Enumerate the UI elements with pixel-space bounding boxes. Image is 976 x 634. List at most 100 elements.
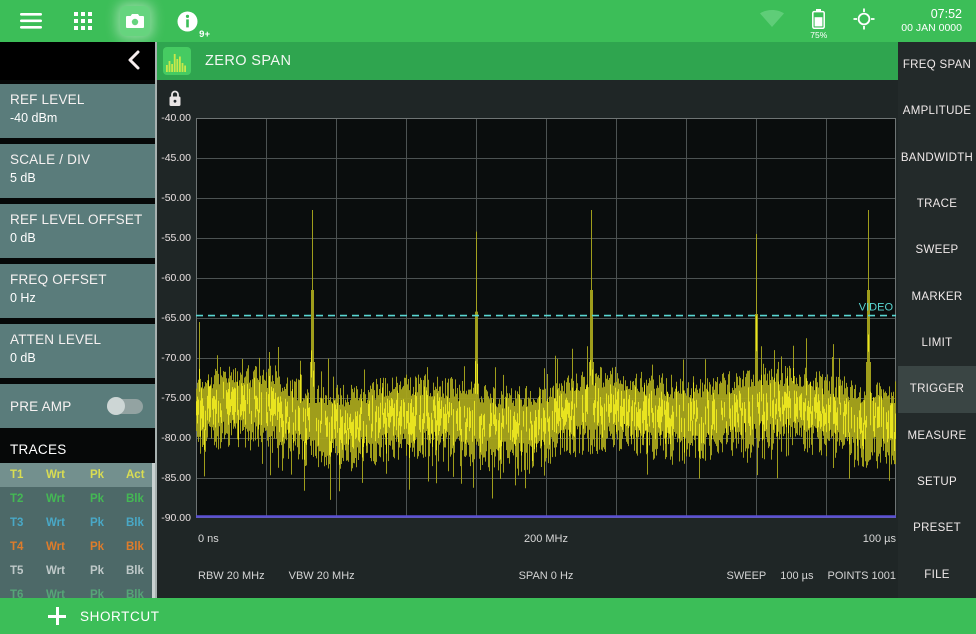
date: 00 JAN 0000: [901, 22, 962, 35]
apps-grid-icon[interactable]: [68, 6, 98, 36]
traces-scrollbar[interactable]: [152, 463, 155, 599]
main-view: ZERO SPAN -40.00 -45.00 -50.00 -55.00 -60.00…: [157, 42, 898, 598]
scale-div-label: SCALE / DIV: [10, 152, 91, 167]
lock-icon[interactable]: [168, 90, 182, 112]
trace-mode: Wrt: [46, 517, 65, 529]
menu-item-setup[interactable]: SETUP: [898, 459, 976, 505]
camera-icon[interactable]: [120, 6, 150, 36]
freq-offset-label: FREQ OFFSET: [10, 272, 107, 287]
atten-level-button[interactable]: ATTEN LEVEL 0 dB: [0, 324, 155, 378]
trace-mode: Wrt: [46, 493, 65, 505]
trace-row-t3[interactable]: T3 Wrt Pk Blk: [0, 511, 155, 535]
ref-level-label: REF LEVEL: [10, 92, 85, 107]
trace-row-t5[interactable]: T5 Wrt Pk Blk: [0, 559, 155, 583]
clock: 07:52 00 JAN 0000: [901, 6, 962, 36]
time: 07:52: [930, 7, 962, 22]
y-axis-tick: -90.00: [161, 512, 191, 524]
shortcut-bar: SHORTCUT: [0, 598, 976, 634]
ref-level-offset-label: REF LEVEL OFFSET: [10, 212, 143, 227]
freq-offset-value: 0 Hz: [10, 291, 36, 305]
menu-item-amplitude[interactable]: AMPLITUDE: [898, 88, 976, 134]
menu-item-bandwidth[interactable]: BANDWIDTH: [898, 135, 976, 181]
trace-table: T1 Wrt Pk Act T2 Wrt Pk Blk T3 Wrt Pk Bl…: [0, 463, 155, 607]
battery-icon: 75%: [810, 8, 828, 40]
sidebar-header: [0, 42, 155, 80]
y-axis-tick: -75.00: [161, 392, 191, 404]
y-axis-tick: -70.00: [161, 352, 191, 364]
menu-item-sweep[interactable]: SWEEP: [898, 227, 976, 273]
shortcut-label: SHORTCUT: [80, 608, 160, 624]
info-icon[interactable]: 9+: [172, 6, 210, 40]
traces-header: TRACES: [0, 434, 155, 463]
sweep-label: SWEEP: [726, 570, 767, 582]
menu-item-limit[interactable]: LIMIT: [898, 320, 976, 366]
menu-icon[interactable]: [16, 6, 46, 36]
y-axis-tick: -60.00: [161, 272, 191, 284]
atten-level-value: 0 dB: [10, 351, 36, 365]
trace-detector: Pk: [90, 469, 105, 481]
video-trigger-label: VIDEO: [859, 302, 894, 314]
trace-row-t2[interactable]: T2 Wrt Pk Blk: [0, 487, 155, 511]
collapse-icon[interactable]: [127, 50, 141, 73]
y-axis-tick: -65.00: [161, 312, 191, 324]
menu-item-marker[interactable]: MARKER: [898, 274, 976, 320]
trace-id: T1: [10, 469, 24, 481]
battery-percent: 75%: [810, 29, 828, 40]
trace-detector: Pk: [90, 565, 105, 577]
pre-amp-toggle[interactable]: [107, 397, 143, 415]
trace-mode: Wrt: [46, 565, 65, 577]
freq-offset-button[interactable]: FREQ OFFSET 0 Hz: [0, 264, 155, 318]
gps-icon[interactable]: [853, 8, 875, 35]
scale-div-button[interactable]: SCALE / DIV 5 dB: [0, 144, 155, 198]
trace-detector: Pk: [90, 493, 105, 505]
y-axis-tick: -40.00: [161, 112, 191, 124]
wifi-icon[interactable]: [760, 10, 785, 32]
menu-item-freq-span[interactable]: FREQ SPAN: [898, 42, 976, 88]
chart-area: -40.00 -45.00 -50.00 -55.00 -60.00 -65.00 -70.…: [157, 80, 898, 598]
trace-row-t4[interactable]: T4 Wrt Pk Blk: [0, 535, 155, 559]
trace-mode: Wrt: [46, 541, 65, 553]
menu-item-trigger[interactable]: TRIGGER: [898, 366, 976, 413]
pre-amp-toggle-row: PRE AMP: [0, 384, 155, 428]
ref-level-value: -40 dBm: [10, 111, 58, 125]
pre-amp-label: PRE AMP: [10, 398, 72, 414]
trace-id: T3: [10, 517, 24, 529]
atten-level-label: ATTEN LEVEL: [10, 332, 102, 347]
mode-title-bar: ZERO SPAN: [157, 42, 898, 80]
menu-item-preset[interactable]: PRESET: [898, 505, 976, 551]
y-axis-tick: -50.00: [161, 192, 191, 204]
scale-div-value: 5 dB: [10, 171, 36, 185]
ref-level-offset-value: 0 dB: [10, 231, 36, 245]
x-tick-end: 100 µs: [862, 533, 896, 545]
y-axis-tick: -80.00: [161, 432, 191, 444]
points-readout: POINTS 1001: [827, 570, 897, 582]
menu-item-file[interactable]: FILE: [898, 552, 976, 598]
info-badge: 9+: [199, 29, 210, 40]
trace-plot[interactable]: VIDEO: [196, 118, 896, 518]
spectrum-icon: [163, 47, 191, 75]
top-status-bar: 9+ 75% 07:52 00 JAN 0000: [0, 0, 976, 42]
trace-mode: Wrt: [46, 469, 65, 481]
x-tick-center-frequency: 200 MHz: [523, 533, 569, 545]
page-title: ZERO SPAN: [205, 53, 292, 69]
spectrum-analyzer-app: 9+ 75% 07:52 00 JAN 0000 REF LEVEL -40 d…: [0, 0, 976, 634]
ref-level-button[interactable]: REF LEVEL -40 dBm: [0, 84, 155, 138]
menu-item-measure[interactable]: MEASURE: [898, 413, 976, 459]
add-shortcut-button[interactable]: SHORTCUT: [48, 607, 160, 625]
trace-id: T4: [10, 541, 24, 553]
ref-level-offset-button[interactable]: REF LEVEL OFFSET 0 dB: [0, 204, 155, 258]
trace-id: T5: [10, 565, 24, 577]
y-axis-tick: -55.00: [161, 232, 191, 244]
menu-item-trace[interactable]: TRACE: [898, 181, 976, 227]
trace-row-t1[interactable]: T1 Wrt Pk Act: [0, 463, 155, 487]
sweep-value: 100 µs: [780, 570, 814, 582]
parameter-sidebar: REF LEVEL -40 dBm SCALE / DIV 5 dB REF L…: [0, 42, 157, 607]
toggle-knob-icon: [107, 397, 125, 415]
trace-detector: Pk: [90, 541, 105, 553]
y-axis-tick: -45.00: [161, 152, 191, 164]
trace-id: T2: [10, 493, 24, 505]
main-menu: FREQ SPAN AMPLITUDE BANDWIDTH TRACE SWEE…: [898, 42, 976, 598]
plus-icon: [48, 607, 66, 625]
y-axis-tick: -85.00: [161, 472, 191, 484]
trace-detector: Pk: [90, 517, 105, 529]
